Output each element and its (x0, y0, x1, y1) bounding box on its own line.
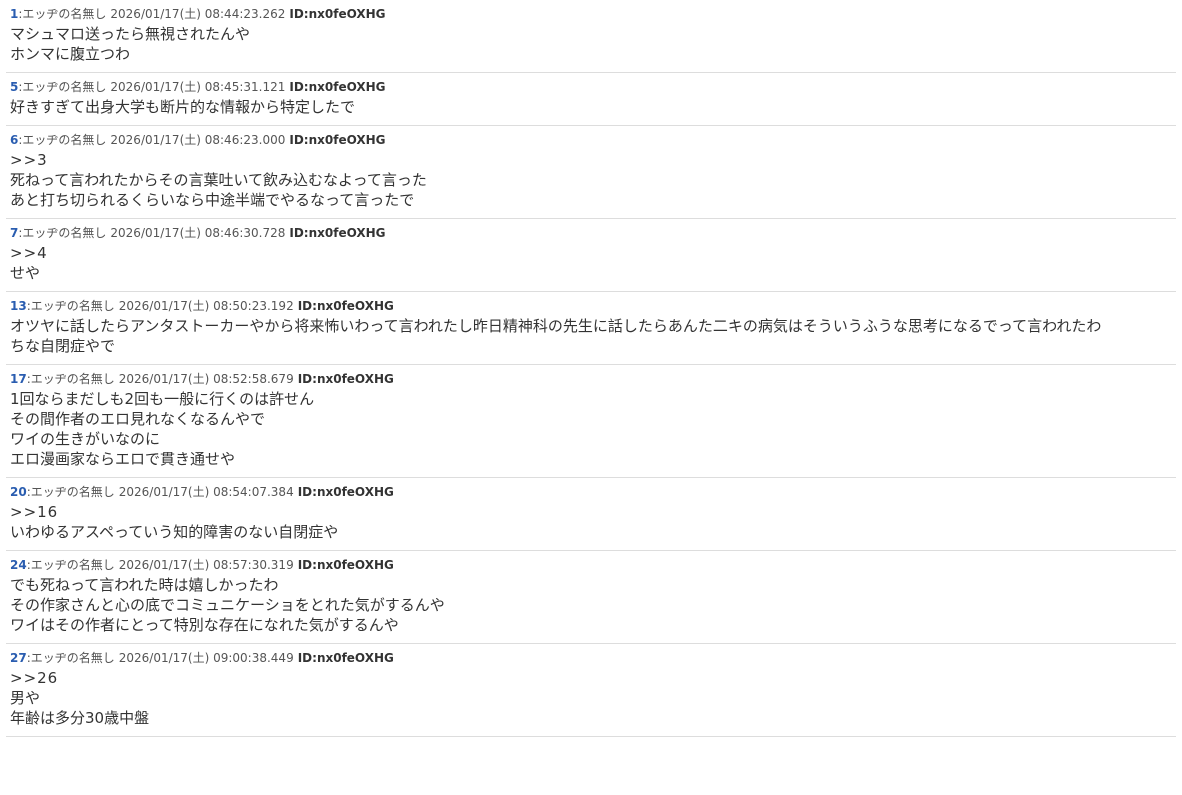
post-body: >>4 せや (10, 243, 1172, 283)
post-author-name: :エッヂの名無し (26, 485, 115, 499)
post-text-line: 好きすぎて出身大学も断片的な情報から特定したで (10, 98, 356, 116)
thread: 1:エッヂの名無し 2026/01/17(土) 08:44:23.262 ID:nx… (0, 0, 1182, 737)
post-text-line: ホンマに腹立つわ (10, 45, 131, 63)
post-body: >>3 死ねって言われたからその言葉吐いて飲み込むなよって言った あと打ち切られるく… (10, 150, 1172, 210)
post-text-line: あと打ち切られるくらいなら中途半端でやるなって言ったで (10, 191, 415, 209)
post-header: 20:エッヂの名無し 2026/01/17(土) 08:54:07.384 ID:n… (10, 484, 1172, 500)
post-header: 1:エッヂの名無し 2026/01/17(土) 08:44:23.262 ID:nx… (10, 6, 1172, 22)
post-author-name: :エッヂの名無し (18, 80, 107, 94)
post-user-id[interactable]: ID:nx0feOXHG (298, 485, 394, 499)
post-number-link[interactable]: 27 (10, 651, 27, 665)
post-number-link[interactable]: 24 (10, 558, 27, 572)
post-text-line: ワイはその作者にとって特別な存在になれた気がするんや (10, 616, 399, 634)
post-body: オツヤに話したらアンタストーカーやから将来怖いわって言われたし昨日精神科の先生に… (10, 316, 1172, 356)
post-author-name: :エッヂの名無し (18, 226, 107, 240)
post-user-id[interactable]: ID:nx0feOXHG (298, 299, 394, 313)
post-text-line: マシュマロ送ったら無視されたんや (10, 25, 251, 43)
post-text-line: 男や (10, 689, 41, 707)
post-user-id[interactable]: ID:nx0feOXHG (298, 651, 394, 665)
post-text-line: 年齢は多分30歳中盤 (10, 709, 150, 727)
post-timestamp: 2026/01/17(土) 08:54:07.384 (118, 485, 294, 499)
post-header: 24:エッヂの名無し 2026/01/17(土) 08:57:30.319 ID:n… (10, 557, 1172, 573)
post-5: 5:エッヂの名無し 2026/01/17(土) 08:45:31.121 ID:nx… (6, 73, 1176, 126)
post-body: マシュマロ送ったら無視されたんや ホンマに腹立つわ (10, 24, 1172, 64)
post-user-id[interactable]: ID:nx0feOXHG (298, 558, 394, 572)
post-24: 24:エッヂの名無し 2026/01/17(土) 08:57:30.319 ID:n… (6, 551, 1176, 644)
post-text-line: 死ねって言われたからその言葉吐いて飲み込むなよって言った (10, 171, 427, 189)
post-author-name: :エッヂの名無し (18, 7, 107, 21)
post-body: 1回ならまだしも2回も一般に行くのは許せん その間作者のエロ見れなくなるんやで ワイ… (10, 389, 1172, 469)
post-timestamp: 2026/01/17(土) 08:57:30.319 (118, 558, 294, 572)
post-text-line: でも死ねって言われた時は嬉しかったわ (10, 576, 279, 594)
post-text-line: エロ漫画家ならエロで貫き通せや (10, 450, 236, 468)
post-text-line: ワイの生きがいなのに (10, 430, 161, 448)
post-text-line: 1回ならまだしも2回も一般に行くのは許せん (10, 390, 315, 408)
post-17: 17:エッヂの名無し 2026/01/17(土) 08:52:58.679 ID:n… (6, 365, 1176, 478)
post-author-name: :エッヂの名無し (26, 651, 115, 665)
post-author-name: :エッヂの名無し (26, 372, 115, 386)
reply-anchor-link[interactable]: >>26 (10, 668, 1172, 688)
post-timestamp: 2026/01/17(土) 08:45:31.121 (110, 80, 286, 94)
post-timestamp: 2026/01/17(土) 08:46:30.728 (110, 226, 286, 240)
post-text-line: いわゆるアスペっていう知的障害のない自閉症や (10, 523, 339, 541)
post-user-id[interactable]: ID:nx0feOXHG (298, 372, 394, 386)
post-number-link[interactable]: 20 (10, 485, 27, 499)
post-header: 17:エッヂの名無し 2026/01/17(土) 08:52:58.679 ID:n… (10, 371, 1172, 387)
post-author-name: :エッヂの名無し (26, 299, 115, 313)
post-7: 7:エッヂの名無し 2026/01/17(土) 08:46:30.728 ID:nx… (6, 219, 1176, 292)
post-text-line: その作家さんと心の底でコミュニケーショをとれた気がするんや (10, 596, 445, 614)
post-header: 5:エッヂの名無し 2026/01/17(土) 08:45:31.121 ID:nx… (10, 79, 1172, 95)
post-body: >>16 いわゆるアスペっていう知的障害のない自閉症や (10, 502, 1172, 542)
post-text-line: ちな自閉症やで (10, 337, 116, 355)
post-author-name: :エッヂの名無し (18, 133, 107, 147)
reply-anchor-link[interactable]: >>3 (10, 150, 1172, 170)
post-author-name: :エッヂの名無し (26, 558, 115, 572)
post-13: 13:エッヂの名無し 2026/01/17(土) 08:50:23.192 ID:n… (6, 292, 1176, 365)
post-27: 27:エッヂの名無し 2026/01/17(土) 09:00:38.449 ID:n… (6, 644, 1176, 737)
post-timestamp: 2026/01/17(土) 08:52:58.679 (118, 372, 294, 386)
post-text-line: オツヤに話したらアンタストーカーやから将来怖いわって言われたし昨日精神科の先生に… (10, 317, 1102, 335)
post-number-link[interactable]: 13 (10, 299, 27, 313)
post-body: 好きすぎて出身大学も断片的な情報から特定したで (10, 97, 1172, 117)
post-user-id[interactable]: ID:nx0feOXHG (289, 7, 385, 21)
post-header: 13:エッヂの名無し 2026/01/17(土) 08:50:23.192 ID:n… (10, 298, 1172, 314)
post-header: 6:エッヂの名無し 2026/01/17(土) 08:46:23.000 ID:nx… (10, 132, 1172, 148)
reply-anchor-link[interactable]: >>16 (10, 502, 1172, 522)
post-user-id[interactable]: ID:nx0feOXHG (289, 80, 385, 94)
reply-anchor-link[interactable]: >>4 (10, 243, 1172, 263)
post-header: 7:エッヂの名無し 2026/01/17(土) 08:46:30.728 ID:nx… (10, 225, 1172, 241)
post-user-id[interactable]: ID:nx0feOXHG (289, 133, 385, 147)
post-6: 6:エッヂの名無し 2026/01/17(土) 08:46:23.000 ID:nx… (6, 126, 1176, 219)
post-body: でも死ねって言われた時は嬉しかったわその作家さんと心の底でコミュニケーショをとれ… (10, 575, 1172, 635)
post-timestamp: 2026/01/17(土) 08:44:23.262 (110, 7, 286, 21)
post-body: >>26 男や年齢は多分30歳中盤 (10, 668, 1172, 728)
post-user-id[interactable]: ID:nx0feOXHG (289, 226, 385, 240)
post-20: 20:エッヂの名無し 2026/01/17(土) 08:54:07.384 ID:n… (6, 478, 1176, 551)
post-text-line: その間作者のエロ見れなくなるんやで (10, 410, 266, 428)
post-number-link[interactable]: 17 (10, 372, 27, 386)
post-text-line: せや (10, 264, 41, 282)
post-timestamp: 2026/01/17(土) 09:00:38.449 (118, 651, 294, 665)
post-timestamp: 2026/01/17(土) 08:46:23.000 (110, 133, 286, 147)
post-header: 27:エッヂの名無し 2026/01/17(土) 09:00:38.449 ID:n… (10, 650, 1172, 666)
post-1: 1:エッヂの名無し 2026/01/17(土) 08:44:23.262 ID:nx… (6, 0, 1176, 73)
post-timestamp: 2026/01/17(土) 08:50:23.192 (118, 299, 294, 313)
